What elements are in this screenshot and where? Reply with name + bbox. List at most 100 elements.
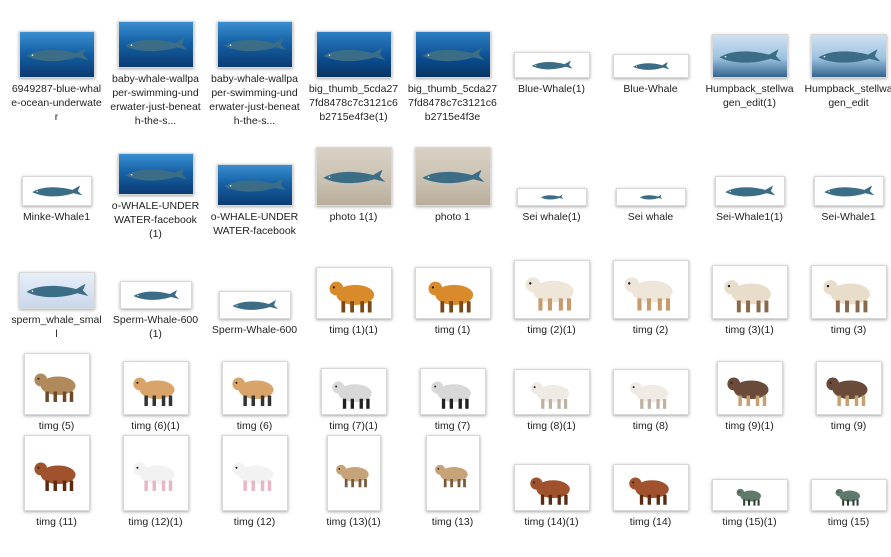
file-name: timg (2)(1)	[527, 324, 576, 336]
whale-icon	[421, 47, 484, 62]
thumbnail	[117, 21, 194, 68]
file-name: timg (9)(1)	[725, 420, 774, 432]
file-item-28[interactable]: timg (5)	[7, 341, 106, 433]
file-item-10[interactable]: Minke-Whale1	[7, 128, 106, 241]
thumbnail	[122, 361, 189, 415]
file-item-15[interactable]: Sei whale(1)	[502, 128, 601, 241]
whale-icon	[133, 290, 179, 300]
file-name: photo 1	[434, 211, 471, 223]
file-name: timg (3)	[830, 324, 867, 336]
thumbnail-frame	[604, 8, 698, 78]
zebra-icon	[430, 381, 471, 409]
dog-icon	[623, 277, 673, 311]
file-item-20[interactable]: Sperm-Whale-600(1)	[106, 241, 205, 341]
horse-icon	[529, 477, 570, 505]
thumbnail-frame	[307, 435, 401, 511]
file-name: Blue-Whale	[623, 83, 678, 95]
file-item-6[interactable]: Blue-Whale(1)	[502, 0, 601, 128]
file-item-40[interactable]: timg (13)(1)	[304, 433, 403, 557]
whale-icon	[531, 60, 573, 70]
file-item-7[interactable]: Blue-Whale	[601, 0, 700, 128]
file-item-1[interactable]: 6949287-blue-whale-ocean-underwater	[7, 0, 106, 128]
thumbnail-frame	[10, 249, 104, 309]
thumbnail-frame	[307, 249, 401, 319]
whale-icon	[540, 194, 563, 200]
file-item-19[interactable]: sperm_whale_small	[7, 241, 106, 341]
file-item-2[interactable]: baby-whale-wallpaper-swimming-underwater…	[106, 0, 205, 128]
file-name: timg (13)	[431, 516, 474, 528]
file-item-8[interactable]: Humpback_stellwagen_edit(1)	[700, 0, 799, 128]
file-name: timg (14)	[629, 516, 672, 528]
thumbnail-frame	[109, 349, 203, 415]
file-item-41[interactable]: timg (13)	[403, 433, 502, 557]
cat-icon	[530, 382, 569, 409]
file-item-17[interactable]: Sei-Whale1(1)	[700, 128, 799, 241]
file-item-38[interactable]: timg (12)(1)	[106, 433, 205, 557]
thumbnail	[711, 479, 788, 511]
whale-icon	[639, 194, 662, 200]
file-item-3[interactable]: baby-whale-wallpaper-swimming-underwater…	[205, 0, 304, 128]
thumbnail-frame	[307, 136, 401, 206]
file-item-29[interactable]: timg (6)(1)	[106, 341, 205, 433]
thumbnail	[615, 188, 686, 206]
file-name: timg (5)	[38, 420, 75, 432]
file-item-44[interactable]: timg (15)(1)	[700, 433, 799, 557]
file-item-11[interactable]: o-WHALE-UNDERWATER-facebook(1)	[106, 128, 205, 241]
file-item-25[interactable]: timg (2)	[601, 241, 700, 341]
file-name: big_thumb_5cda277fd8478c7c3121c6b2715e4f…	[407, 83, 498, 123]
file-item-24[interactable]: timg (2)(1)	[502, 241, 601, 341]
horse-icon	[33, 462, 76, 491]
thumbnail	[711, 265, 788, 319]
file-name: timg (9)	[830, 420, 867, 432]
file-item-43[interactable]: timg (14)	[601, 433, 700, 557]
file-item-14[interactable]: photo 1	[403, 128, 502, 241]
whale-icon	[223, 178, 286, 192]
file-item-12[interactable]: o-WHALE-UNDERWATER-facebook	[205, 128, 304, 241]
whale-icon	[322, 169, 385, 184]
whale-icon	[124, 167, 187, 181]
file-item-16[interactable]: Sei whale	[601, 128, 700, 241]
file-item-21[interactable]: Sperm-Whale-600	[205, 241, 304, 341]
file-item-18[interactable]: Sei-Whale1	[799, 128, 891, 241]
file-item-39[interactable]: timg (12)	[205, 433, 304, 557]
thumbnail-frame	[703, 136, 797, 206]
file-name: Sei whale(1)	[522, 211, 581, 223]
file-item-9[interactable]: Humpback_stellwagen_edit	[799, 0, 891, 128]
file-name: timg (3)(1)	[725, 324, 774, 336]
file-item-5[interactable]: big_thumb_5cda277fd8478c7c3121c6b2715e4f…	[403, 0, 502, 128]
whale-icon	[25, 283, 88, 298]
thumbnail-frame	[703, 8, 797, 78]
file-item-35[interactable]: timg (9)(1)	[700, 341, 799, 433]
file-item-27[interactable]: timg (3)	[799, 241, 891, 341]
file-item-42[interactable]: timg (14)(1)	[502, 433, 601, 557]
thumbnail	[216, 164, 293, 206]
kitten-icon	[231, 462, 274, 491]
file-item-13[interactable]: photo 1(1)	[304, 128, 403, 241]
file-item-30[interactable]: timg (6)	[205, 341, 304, 433]
chicken-icon	[726, 377, 769, 406]
thumbnail	[315, 147, 392, 206]
thumbnail-frame	[307, 8, 401, 78]
file-item-23[interactable]: timg (1)	[403, 241, 502, 341]
file-item-33[interactable]: timg (8)(1)	[502, 341, 601, 433]
file-item-34[interactable]: timg (8)	[601, 341, 700, 433]
thumbnail-frame	[802, 441, 891, 511]
thumbnail	[813, 176, 884, 206]
file-name: Sperm-Whale-600(1)	[112, 314, 199, 340]
whale-icon	[232, 300, 278, 310]
file-name: timg (12)	[233, 516, 276, 528]
file-item-32[interactable]: timg (7)	[403, 341, 502, 433]
file-item-26[interactable]: timg (3)(1)	[700, 241, 799, 341]
file-item-4[interactable]: big_thumb_5cda277fd8478c7c3121c6b2715e4f…	[304, 0, 403, 128]
file-item-31[interactable]: timg (7)(1)	[304, 341, 403, 433]
thumbnail-frame	[208, 249, 302, 319]
thumbnail	[315, 267, 392, 319]
thumbnail-frame	[505, 136, 599, 206]
thumbnail-frame	[109, 249, 203, 309]
file-item-36[interactable]: timg (9)	[799, 341, 891, 433]
file-item-45[interactable]: timg (15)	[799, 433, 891, 557]
file-item-22[interactable]: timg (1)(1)	[304, 241, 403, 341]
thumbnail	[810, 265, 887, 319]
thumbnail-frame	[10, 435, 104, 511]
file-item-37[interactable]: timg (11)	[7, 433, 106, 557]
